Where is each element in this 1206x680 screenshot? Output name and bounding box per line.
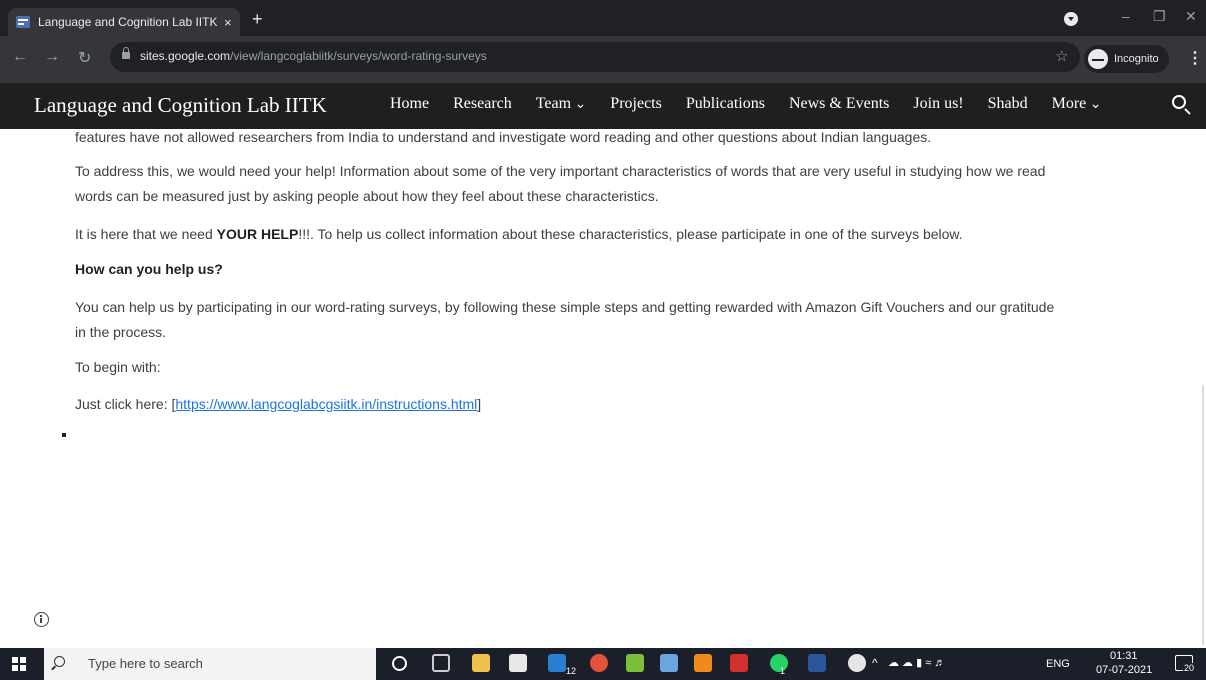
back-icon[interactable]: ← xyxy=(12,48,28,66)
tab-search-icon[interactable] xyxy=(1064,12,1078,26)
whatsapp-badge: 1 xyxy=(780,666,786,676)
paragraph-help-line2: words can be measured just by asking peo… xyxy=(75,188,659,204)
nav-research[interactable]: Research xyxy=(453,95,512,117)
url-host: sites.google.com xyxy=(140,49,231,63)
forward-icon[interactable]: → xyxy=(44,48,60,66)
new-tab-button[interactable]: + xyxy=(252,10,263,28)
clock-time[interactable]: 01:31 xyxy=(1110,650,1138,662)
nav-projects[interactable]: Projects xyxy=(610,95,662,117)
minimize-icon[interactable]: – xyxy=(1122,8,1130,24)
instructions-pre: Just click here: [ xyxy=(75,396,176,412)
paragraph-intro: features have not allowed researchers fr… xyxy=(75,129,932,145)
instructions-post: ] xyxy=(477,396,482,412)
browser-menu-icon[interactable]: ⋮ xyxy=(1187,48,1203,68)
tab-close-icon[interactable]: × xyxy=(224,15,232,30)
app-icon-network[interactable] xyxy=(660,654,678,672)
vlc-icon[interactable] xyxy=(694,654,712,672)
search-icon xyxy=(54,656,65,667)
address-bar[interactable]: sites.google.com/view/langcoglabiitk/sur… xyxy=(110,42,1080,72)
nav-news-events[interactable]: News & Events xyxy=(789,95,889,117)
site-header: Language and Cognition Lab IITK Home Res… xyxy=(0,83,1206,129)
site-search-icon[interactable] xyxy=(1172,95,1186,109)
nav-home[interactable]: Home xyxy=(390,95,429,117)
site-nav: Home Research Team Projects Publications… xyxy=(390,95,1126,117)
paragraph-instructions: Just click here: [https://www.langcoglab… xyxy=(75,393,481,416)
info-icon[interactable] xyxy=(34,612,49,627)
nav-more[interactable]: More xyxy=(1052,95,1102,117)
paragraph-begin: To begin with: xyxy=(75,359,161,375)
taskbar-search-placeholder: Type here to search xyxy=(88,656,203,671)
paragraph-steps-line1: You can help us by participating in our … xyxy=(75,299,1055,315)
nav-team[interactable]: Team xyxy=(536,95,587,117)
windows-start-icon[interactable] xyxy=(12,657,26,671)
nav-shabd[interactable]: Shabd xyxy=(988,95,1028,117)
tray-icons[interactable]: ☁ ☁ ▮ ≈ ♬ xyxy=(888,656,945,669)
taskbar-search-box[interactable]: Type here to search xyxy=(44,648,376,680)
incognito-icon xyxy=(1088,49,1108,69)
app-icon-stack[interactable] xyxy=(626,654,644,672)
tray-chevron-icon[interactable]: ^ xyxy=(872,656,878,670)
task-view-icon[interactable] xyxy=(432,654,450,672)
your-help-bold: YOUR HELP xyxy=(216,226,299,242)
clock-date[interactable]: 07-07-2021 xyxy=(1096,664,1152,676)
site-title[interactable]: Language and Cognition Lab IITK xyxy=(34,93,327,118)
site-favicon-icon xyxy=(16,16,30,28)
paragraph-help-line1: To address this, we would need your help… xyxy=(75,163,1046,179)
reload-icon[interactable]: ↻ xyxy=(78,48,91,68)
nav-join-us[interactable]: Join us! xyxy=(913,95,963,117)
taskbar: Type here to search 12 1 ^ ☁ ☁ ▮ ≈ ♬ ENG… xyxy=(0,648,1206,680)
browser-tab-strip: Language and Cognition Lab IITK × + – ❐ … xyxy=(0,0,1206,36)
incognito-label: Incognito xyxy=(1114,53,1159,65)
cortana-icon[interactable] xyxy=(392,656,407,671)
whatsapp-icon[interactable] xyxy=(770,654,788,672)
file-explorer-icon[interactable] xyxy=(472,654,490,672)
instructions-link[interactable]: https://www.langcoglabcgsiitk.in/instruc… xyxy=(175,396,477,412)
url-text: sites.google.com/view/langcoglabiitk/sur… xyxy=(140,49,487,63)
list-bullet xyxy=(62,433,66,437)
notification-count: 20 xyxy=(1183,663,1196,673)
mail-icon[interactable] xyxy=(548,654,566,672)
word-icon[interactable] xyxy=(808,654,826,672)
acrobat-icon[interactable] xyxy=(730,654,748,672)
url-path: /view/langcoglabiitk/surveys/word-rating… xyxy=(230,49,487,63)
browser-tab[interactable]: Language and Cognition Lab IITK × xyxy=(8,8,240,36)
scrollbar[interactable] xyxy=(1202,385,1204,645)
tab-title: Language and Cognition Lab IITK xyxy=(38,15,218,29)
incognito-indicator[interactable]: Incognito xyxy=(1084,45,1169,73)
help-icon[interactable] xyxy=(848,654,866,672)
your-help-post: !!!. To help us collect information abou… xyxy=(298,226,963,242)
lock-icon[interactable] xyxy=(122,47,130,59)
section-heading: How can you help us? xyxy=(75,261,223,277)
paragraph-steps-line2: in the process. xyxy=(75,324,167,340)
mail-badge: 12 xyxy=(566,666,577,676)
nav-publications[interactable]: Publications xyxy=(686,95,765,117)
restore-icon[interactable]: ❐ xyxy=(1153,8,1166,25)
close-window-icon[interactable]: ✕ xyxy=(1185,8,1197,25)
language-indicator[interactable]: ENG xyxy=(1046,658,1070,670)
paragraph-your-help: It is here that we need YOUR HELP!!!. To… xyxy=(75,223,963,246)
store-icon[interactable] xyxy=(509,654,527,672)
chrome-icon[interactable] xyxy=(590,654,608,672)
your-help-pre: It is here that we need xyxy=(75,226,217,242)
bookmark-star-icon[interactable]: ☆ xyxy=(1055,47,1068,65)
browser-toolbar: ← → ↻ sites.google.com/view/langcoglabii… xyxy=(0,36,1206,83)
